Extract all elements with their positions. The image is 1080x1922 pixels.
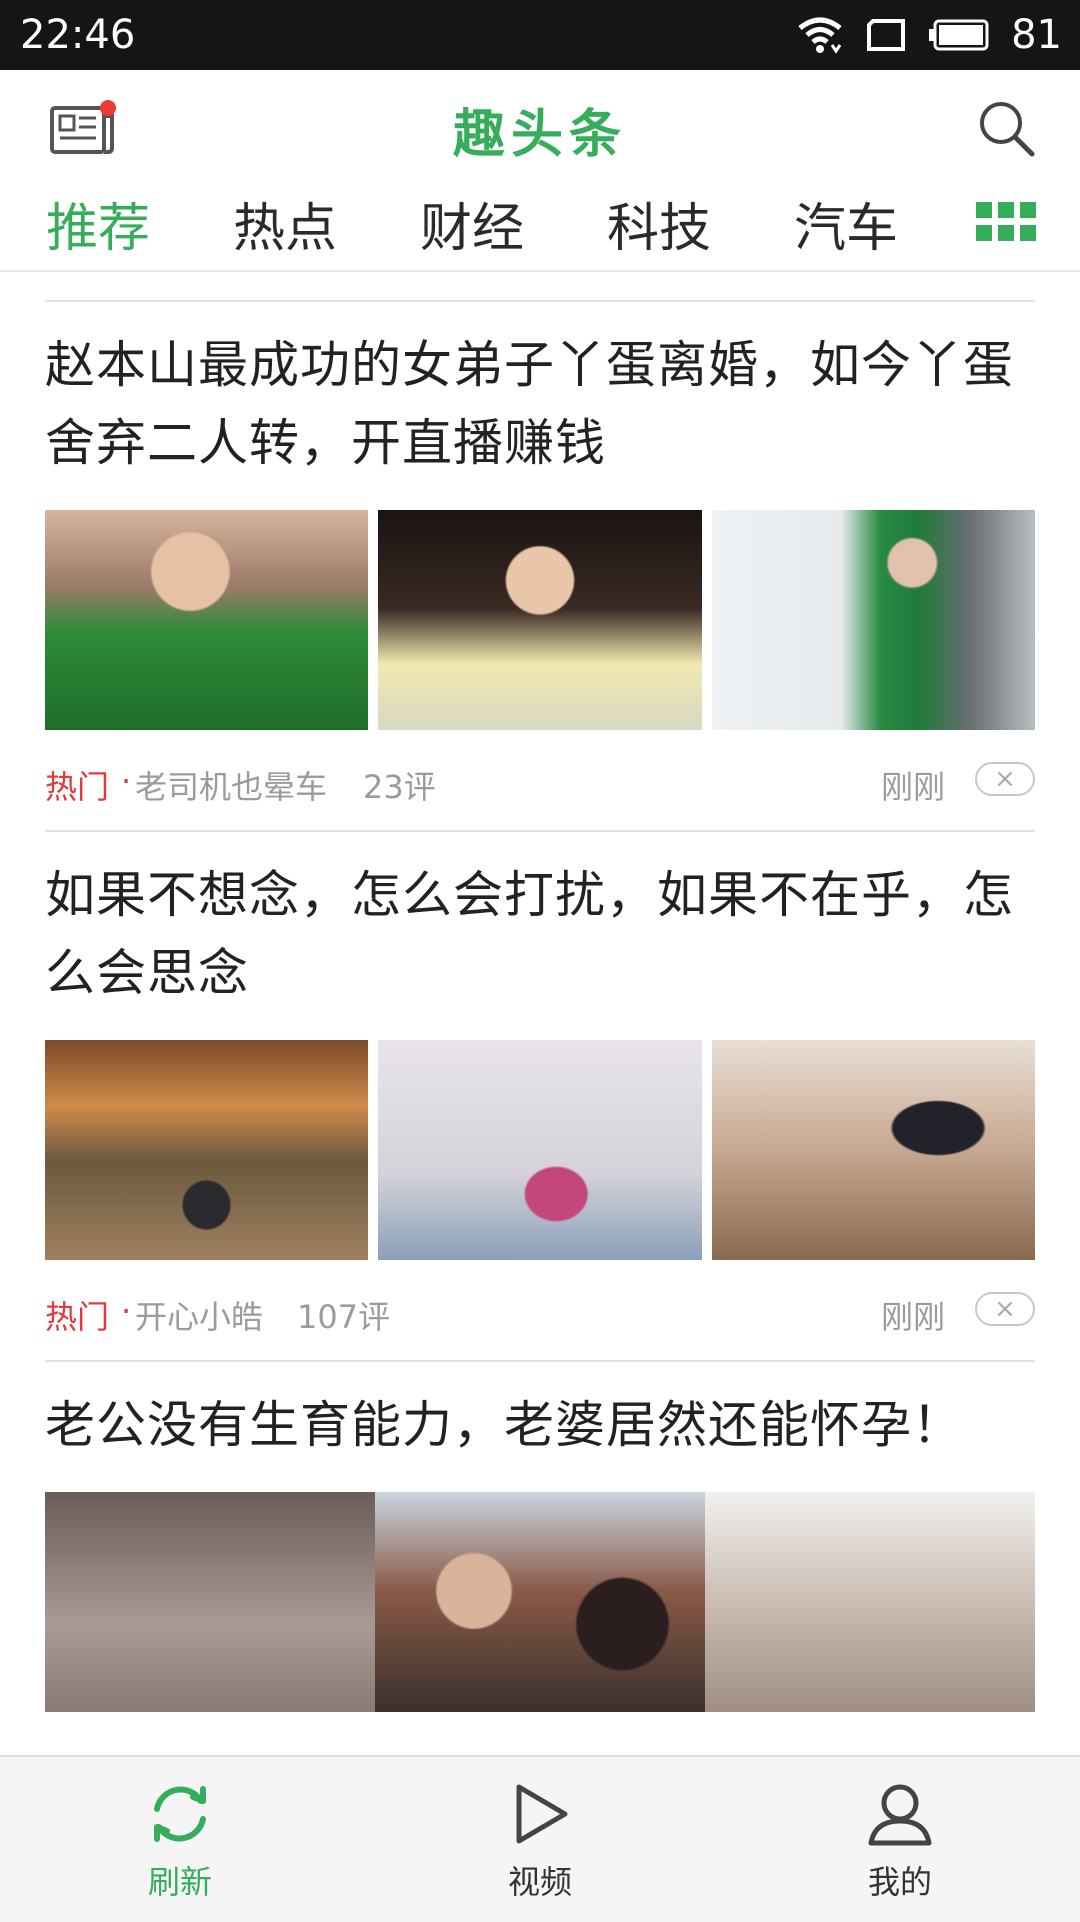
thumbnail-image[interactable] <box>711 1040 1035 1260</box>
article-title[interactable]: 赵本山最成功的女弟子丫蛋离婚，如今丫蛋舍弃二人转，开直播赚钱 <box>45 326 1035 482</box>
tab-hot[interactable]: 热点 <box>233 186 337 261</box>
tab-auto[interactable]: 汽车 <box>794 186 898 261</box>
nav-refresh[interactable]: 刷新 <box>80 1779 280 1903</box>
status-bar: 22:46 81 <box>0 0 1080 70</box>
publish-time: 刚刚 <box>880 1298 945 1336</box>
article-title[interactable]: 老公没有生育能力，老婆居然还能怀孕！ <box>45 1386 1035 1464</box>
tab-recommend[interactable]: 推荐 <box>46 186 150 261</box>
article-source[interactable]: 开心小皓 <box>135 1292 263 1338</box>
thumbnail-image[interactable] <box>45 510 369 730</box>
app-header: 趣头条 <box>0 70 1080 180</box>
article-meta: 热门 · 开心小皓 107评 刚刚 × <box>45 1260 1035 1360</box>
article-meta: 热门 · 老司机也晕车 23评 刚刚 × <box>45 730 1035 830</box>
wifi-icon <box>798 17 842 54</box>
battery-icon <box>929 19 989 51</box>
nav-video[interactable]: 视频 <box>440 1779 640 1903</box>
nav-label: 刷新 <box>147 1863 212 1901</box>
divider <box>45 1360 1035 1362</box>
news-feed[interactable]: 赵本山最成功的女弟子丫蛋离婚，如今丫蛋舍弃二人转，开直播赚钱 热门 · 老司机也… <box>45 300 1035 1712</box>
article-thumbnails[interactable] <box>45 1492 1035 1712</box>
thumbnail-image[interactable] <box>705 1492 1035 1712</box>
user-icon[interactable] <box>865 1779 935 1849</box>
bottom-navigation: 刷新 视频 我的 <box>0 1755 1080 1922</box>
play-icon[interactable] <box>505 1779 575 1849</box>
comment-count: 107评 <box>297 1298 391 1336</box>
search-icon[interactable] <box>976 98 1036 158</box>
article-card[interactable]: 赵本山最成功的女弟子丫蛋离婚，如今丫蛋舍弃二人转，开直播赚钱 热门 · 老司机也… <box>45 326 1035 830</box>
battery-level: 81 <box>1011 12 1062 58</box>
hot-tag: 热门 <box>45 768 110 806</box>
article-thumbnails[interactable] <box>45 510 1035 730</box>
thumbnail-image[interactable] <box>45 1040 369 1260</box>
publish-time: 刚刚 <box>880 768 945 806</box>
nav-label: 我的 <box>867 1863 932 1901</box>
status-icons: 81 <box>797 8 1062 62</box>
article-card[interactable]: 如果不想念，怎么会打扰，如果不在乎，怎么会思念 热门 · 开心小皓 107评 刚… <box>45 856 1035 1360</box>
close-icon[interactable]: × <box>975 762 1035 796</box>
thumbnail-image[interactable] <box>378 1040 702 1260</box>
comment-count: 23评 <box>363 768 436 806</box>
close-icon[interactable]: × <box>975 1292 1035 1326</box>
article-source[interactable]: 老司机也晕车 <box>135 762 327 808</box>
refresh-icon[interactable] <box>145 1779 215 1849</box>
divider <box>45 830 1035 832</box>
grid-menu-icon[interactable] <box>976 202 1036 242</box>
thumbnail-image[interactable] <box>711 510 1035 730</box>
hot-tag: 热门 <box>45 1298 110 1336</box>
meta-separator: · <box>121 1292 132 1330</box>
article-title[interactable]: 如果不想念，怎么会打扰，如果不在乎，怎么会思念 <box>45 856 1035 1012</box>
thumbnail-image[interactable] <box>375 1492 705 1712</box>
article-thumbnails[interactable] <box>45 1040 1035 1260</box>
tab-tech[interactable]: 科技 <box>607 186 711 261</box>
screen-icon <box>867 19 906 51</box>
tab-finance[interactable]: 财经 <box>420 186 524 261</box>
thumbnail-image[interactable] <box>378 510 702 730</box>
app-title: 趣头条 <box>452 105 627 165</box>
nav-label: 视频 <box>507 1863 572 1901</box>
status-time: 22:46 <box>20 12 136 58</box>
category-tabs: 推荐 热点 财经 科技 汽车 <box>0 180 1080 272</box>
thumbnail-image[interactable] <box>45 1492 375 1712</box>
nav-mine[interactable]: 我的 <box>800 1779 1000 1903</box>
divider <box>45 300 1035 302</box>
meta-separator: · <box>121 762 132 800</box>
article-card[interactable]: 老公没有生育能力，老婆居然还能怀孕！ <box>45 1386 1035 1712</box>
